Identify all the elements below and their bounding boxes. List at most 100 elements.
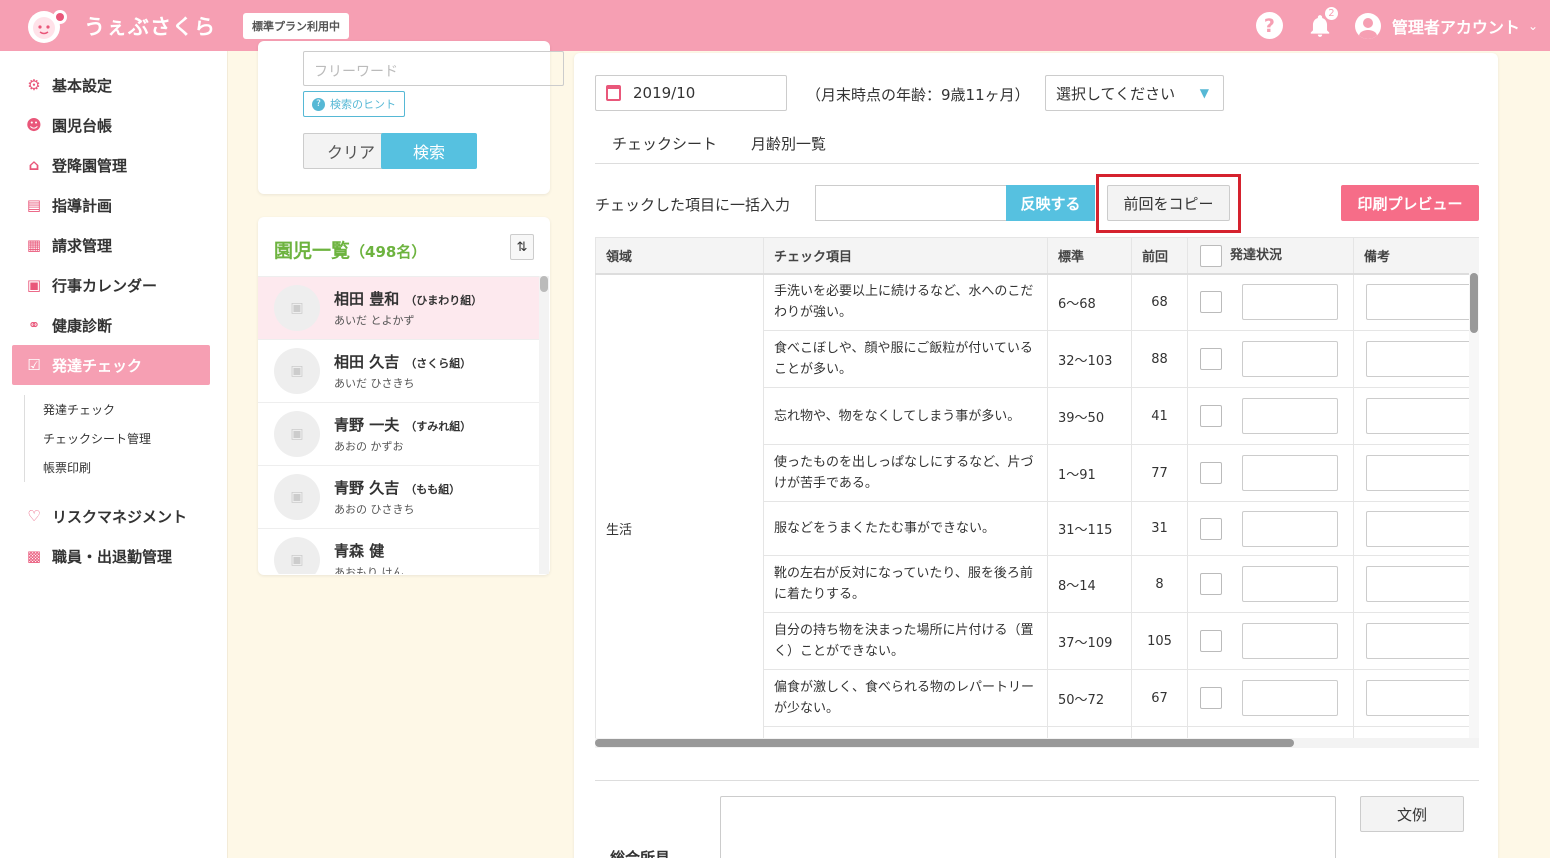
row-checkbox[interactable] (1200, 630, 1222, 652)
list-item[interactable]: ▣ 青森 健あおもり けん (258, 528, 540, 574)
memo-cell (1353, 501, 1479, 556)
list-item[interactable]: ▣ 青野 一夫 （すみれ組） あおの かずお (258, 402, 540, 465)
list-item[interactable]: ▣ 相田 豊和 （ひまわり組） あいだ とよかず (258, 276, 540, 339)
question-icon: ? (312, 97, 325, 111)
bulk-input[interactable] (815, 185, 1008, 221)
reflect-button[interactable]: 反映する (1006, 185, 1095, 221)
tab-check-sheet[interactable]: チェックシート (595, 133, 734, 164)
account-name[interactable]: 管理者アカウント (1392, 14, 1520, 38)
table-horizontal-scrollbar[interactable] (595, 738, 1479, 748)
chevron-down-icon[interactable]: ⌄ (1528, 19, 1538, 33)
checklist-icon: ☑ (27, 356, 41, 374)
row-checkbox[interactable] (1200, 291, 1222, 314)
overall-findings-textarea[interactable] (720, 796, 1336, 858)
status-input[interactable] (1242, 341, 1338, 377)
sidebar-item-label: 登降園管理 (52, 156, 128, 175)
row-checkbox[interactable] (1200, 462, 1222, 484)
submenu-form-print[interactable]: 帳票印刷 (43, 453, 227, 482)
status-cell (1187, 726, 1354, 738)
scrollbar-thumb[interactable] (1470, 273, 1478, 333)
col-status: 発達状況 (1187, 237, 1354, 275)
status-input[interactable] (1242, 455, 1338, 491)
tab-bar: チェックシート 月齢別一覧 (595, 133, 1479, 164)
memo-input[interactable] (1366, 566, 1472, 602)
row-checkbox[interactable] (1200, 405, 1222, 427)
sheet-select[interactable]: 選択してください ▼ (1045, 75, 1224, 111)
example-text-button[interactable]: 文例 (1360, 796, 1464, 832)
list-item[interactable]: ▣ 相田 久吉 （さくら組） あいだ ひさきち (258, 339, 540, 402)
scrollbar-thumb[interactable] (595, 739, 1294, 747)
heart-hands-icon: ♡ (27, 507, 41, 525)
sidebar-item-risk-management[interactable]: ♡ リスクマネジメント (0, 496, 227, 536)
standard-value: 37〜109 (1047, 612, 1132, 670)
scrollbar-thumb[interactable] (540, 276, 548, 292)
sidebar-item-staff-attendance[interactable]: ▩ 職員・出退勤管理 (0, 536, 227, 576)
search-button[interactable]: 検索 (381, 133, 477, 169)
check-table: 領域 チェック項目 標準 前回 発達状況 備考 生活 手洗いを必要以上に続けるな… (595, 237, 1479, 738)
user-avatar-icon[interactable] (1354, 12, 1381, 39)
search-hint-button[interactable]: ? 検索のヒント (303, 91, 405, 117)
memo-input[interactable] (1366, 623, 1472, 659)
status-input[interactable] (1242, 284, 1338, 321)
sidebar-item-label: 発達チェック (52, 356, 143, 375)
memo-input[interactable] (1366, 398, 1472, 434)
print-preview-button[interactable]: 印刷プレビュー (1341, 185, 1479, 221)
row-checkbox[interactable] (1200, 573, 1222, 595)
table-vertical-scrollbar[interactable] (1469, 273, 1479, 738)
free-word-input[interactable]: フリーワード (303, 51, 564, 86)
row-checkbox[interactable] (1200, 687, 1222, 709)
submenu-checksheet-management[interactable]: チェックシート管理 (43, 424, 227, 453)
status-input[interactable] (1242, 623, 1338, 659)
sidebar-item-attendance[interactable]: ⌂ 登降園管理 (0, 145, 227, 185)
sidebar-item-label: 行事カレンダー (52, 276, 158, 295)
memo-input[interactable] (1366, 284, 1472, 321)
children-scrollbar[interactable] (539, 276, 549, 574)
tab-age-list[interactable]: 月齢別一覧 (734, 133, 843, 164)
memo-input[interactable] (1366, 680, 1472, 716)
standard-value: 32〜103 (1047, 330, 1132, 388)
standard-value: 8〜14 (1047, 555, 1132, 613)
row-checkbox[interactable] (1200, 517, 1222, 540)
notification-button[interactable]: 2 (1307, 5, 1339, 39)
status-input[interactable] (1242, 398, 1338, 434)
sidebar-item-basic-settings[interactable]: ⚙ 基本設定 (0, 65, 227, 105)
sort-icon[interactable]: ⇅ (510, 234, 534, 260)
status-cell (1187, 612, 1354, 670)
child-class: （ひまわり組） (405, 294, 483, 307)
status-input[interactable] (1242, 680, 1338, 716)
sidebar-item-health-check[interactable]: ⚭ 健康診断 (0, 305, 227, 345)
child-kana: あおの ひさきち (334, 503, 415, 516)
app-logo[interactable]: うぇぶさくら (22, 7, 228, 45)
gear-icon: ⚙ (27, 76, 41, 94)
status-input[interactable] (1242, 510, 1338, 547)
memo-input[interactable] (1366, 510, 1472, 547)
sidebar-item-label: 職員・出退勤管理 (52, 547, 173, 566)
list-item[interactable]: ▣ 青野 久吉 （もも組） あおの ひさきち (258, 465, 540, 528)
month-value: 2019/10 (633, 84, 696, 102)
previous-value: 77 (1131, 444, 1188, 502)
memo-input[interactable] (1366, 455, 1472, 491)
check-item: 偏食が激しく、食べられる物のレパートリーが少ない。 (763, 669, 1048, 727)
status-cell (1187, 273, 1354, 331)
submenu-development-check[interactable]: 発達チェック (43, 395, 227, 424)
child-kana: あおもり けん (334, 566, 404, 574)
notification-badge: 2 (1323, 5, 1339, 21)
check-sheet-card: 2019/10 （月末時点の年齢：9歳11ヶ月） 選択してください ▼ チェックシ… (574, 53, 1498, 858)
sidebar-item-child-register[interactable]: ☻ 園児台帳 (0, 105, 227, 145)
help-icon[interactable]: ? (1255, 12, 1283, 39)
sidebar-item-development-check[interactable]: ☑ 発達チェック (12, 345, 210, 385)
memo-input[interactable] (1366, 341, 1472, 377)
status-input[interactable] (1242, 566, 1338, 602)
sidebar-item-calendar[interactable]: ▣ 行事カレンダー (0, 265, 227, 305)
search-card: フリーワード ? 検索のヒント クリア 検索 (258, 41, 564, 194)
sidebar-item-billing[interactable]: ▦ 請求管理 (0, 225, 227, 265)
row-checkbox[interactable] (1200, 348, 1222, 370)
month-picker[interactable]: 2019/10 (595, 75, 787, 111)
sidebar-item-label: 基本設定 (52, 76, 113, 95)
child-name: 相田 豊和 （ひまわり組） (334, 288, 482, 309)
sidebar-item-guidance-plan[interactable]: ▤ 指導計画 (0, 185, 227, 225)
standard-value: 50〜72 (1047, 669, 1132, 727)
col-previous: 前回 (1131, 237, 1188, 275)
status-cell (1187, 555, 1354, 613)
select-all-checkbox[interactable] (1200, 244, 1222, 267)
